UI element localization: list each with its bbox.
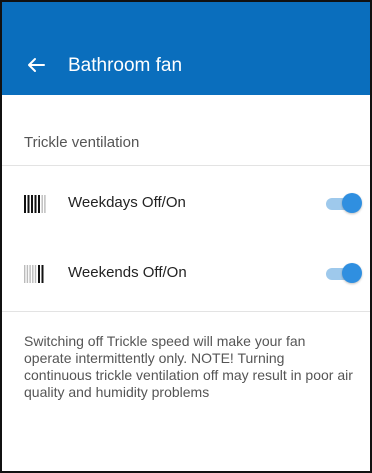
weekdays-toggle[interactable] xyxy=(326,193,362,215)
arrow-left-icon xyxy=(28,58,45,72)
divider xyxy=(2,165,370,166)
list-item-weekends[interactable]: Weekends Off/On xyxy=(2,239,370,311)
weekends-toggle[interactable] xyxy=(326,263,362,285)
list-item-weekdays[interactable]: Weekdays Off/On xyxy=(2,167,370,239)
toggle-thumb xyxy=(342,263,362,283)
trickle-description: Switching off Trickle speed will make yo… xyxy=(24,333,353,400)
section-header: Trickle ventilation xyxy=(24,134,140,151)
back-button[interactable] xyxy=(24,53,48,77)
weekends-label: Weekends Off/On xyxy=(68,264,187,281)
divider xyxy=(2,311,370,312)
weekends-calendar-icon xyxy=(24,265,44,283)
app-bar: Bathroom fan xyxy=(2,2,370,95)
page-title: Bathroom fan xyxy=(68,55,183,76)
weekdays-calendar-icon xyxy=(24,195,46,213)
toggle-thumb xyxy=(342,193,362,213)
screen: Bathroom fan Trickle ventilation Weekday… xyxy=(0,0,372,473)
weekdays-label: Weekdays Off/On xyxy=(68,194,186,211)
